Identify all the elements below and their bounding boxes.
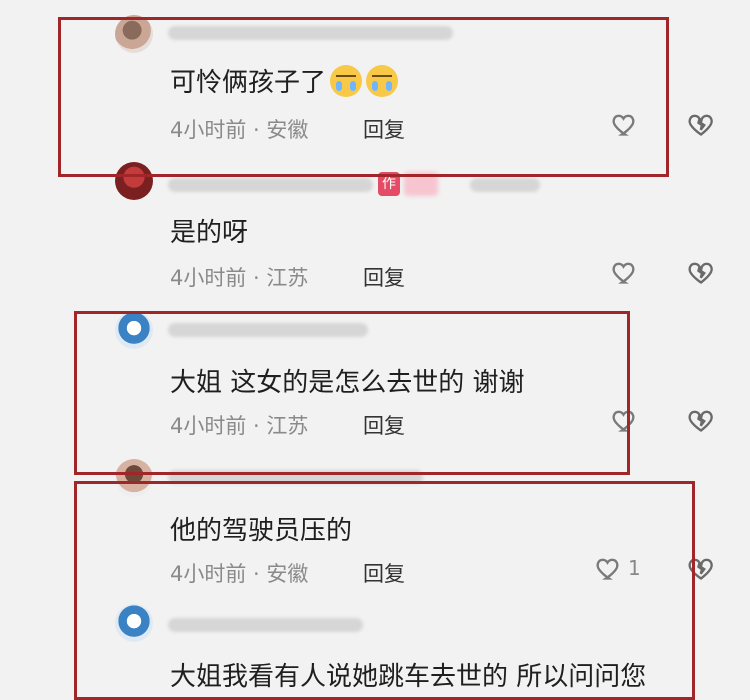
crying-face-icon [366, 65, 399, 97]
comment-meta: 4小时前 · 安徽 [170, 118, 309, 142]
like-button[interactable] [610, 406, 644, 434]
comment-text: 他的驾驶员压的 [170, 516, 353, 546]
like-count: 1 [628, 556, 641, 580]
avatar[interactable] [115, 15, 153, 53]
crying-face-icon [330, 65, 363, 97]
author-tag-blur [404, 172, 438, 196]
comment-text: 大姐我看有人说她跳车去世的 所以问问您 [170, 662, 647, 692]
comment-meta: 4小时前 · 江苏 [170, 266, 309, 290]
comment-text: 大姐 这女的是怎么去世的 谢谢 [170, 368, 525, 398]
reply-button[interactable]: 回复 [363, 262, 405, 292]
dislike-button[interactable] [686, 258, 716, 290]
comment-meta: 4小时前 · 江苏 [170, 414, 309, 438]
comment-text-content: 可怜俩孩子了 [170, 68, 327, 98]
like-button[interactable] [610, 110, 644, 138]
comment-text: 可怜俩孩子了 [170, 62, 399, 99]
like-button[interactable] [610, 258, 644, 286]
avatar[interactable] [115, 162, 153, 200]
comment-text: 是的呀 [170, 218, 249, 248]
broken-heart-icon [688, 558, 713, 580]
watermark-blurred [585, 678, 745, 694]
broken-heart-icon [688, 114, 713, 136]
avatar[interactable] [115, 311, 153, 349]
dislike-button[interactable] [686, 406, 716, 438]
like-button[interactable]: 1 [594, 554, 641, 582]
reply-button[interactable]: 回复 [363, 410, 405, 440]
avatar[interactable] [115, 604, 153, 642]
reply-button[interactable]: 回复 [363, 114, 405, 144]
reply-button[interactable]: 回复 [363, 558, 405, 588]
username-blurred[interactable] [168, 618, 363, 632]
username-blurred[interactable] [168, 26, 453, 40]
heart-icon [596, 558, 619, 580]
comment-meta: 4小时前 · 安徽 [170, 562, 309, 586]
username-blurred-extra [470, 178, 540, 192]
author-tag: 作 [378, 172, 400, 196]
heart-icon [612, 262, 635, 284]
broken-heart-icon [688, 410, 713, 432]
heart-icon [612, 114, 635, 136]
dislike-button[interactable] [686, 554, 716, 586]
username-blurred[interactable] [168, 470, 423, 484]
avatar[interactable] [115, 459, 153, 497]
username-blurred[interactable] [168, 323, 368, 337]
heart-icon [612, 410, 635, 432]
dislike-button[interactable] [686, 110, 716, 142]
username-blurred[interactable] [168, 178, 373, 192]
broken-heart-icon [688, 262, 713, 284]
